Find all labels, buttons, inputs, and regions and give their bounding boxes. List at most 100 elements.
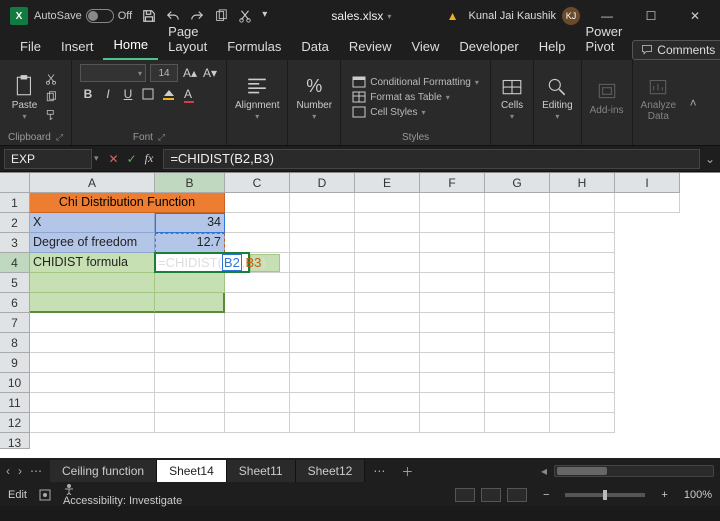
- macro-record-icon[interactable]: [39, 489, 51, 501]
- row-head[interactable]: 4: [0, 253, 30, 273]
- cell[interactable]: [485, 233, 550, 253]
- cell[interactable]: [485, 213, 550, 233]
- cell[interactable]: [550, 193, 615, 213]
- font-name-select[interactable]: ▾: [80, 64, 146, 82]
- tab-view[interactable]: View: [401, 33, 449, 60]
- cell[interactable]: [355, 413, 420, 433]
- cell[interactable]: [420, 253, 485, 273]
- cell[interactable]: [550, 273, 615, 293]
- cell[interactable]: [225, 333, 290, 353]
- format-as-table-button[interactable]: Format as Table▾: [352, 91, 479, 103]
- cell[interactable]: [225, 273, 290, 293]
- cell[interactable]: [550, 293, 615, 313]
- cell[interactable]: [550, 373, 615, 393]
- cell[interactable]: [550, 233, 615, 253]
- row-head[interactable]: 9: [0, 353, 30, 373]
- cell[interactable]: [420, 233, 485, 253]
- fill-color-button[interactable]: [160, 86, 176, 102]
- cell[interactable]: [485, 293, 550, 313]
- cell[interactable]: [485, 313, 550, 333]
- scroll-left-icon[interactable]: ◂: [541, 464, 547, 478]
- col-head-h[interactable]: H: [550, 173, 615, 193]
- cell[interactable]: [155, 413, 225, 433]
- cell[interactable]: [485, 193, 550, 213]
- cell[interactable]: [30, 273, 155, 293]
- cell[interactable]: [485, 373, 550, 393]
- cell[interactable]: [30, 373, 155, 393]
- cell[interactable]: [355, 373, 420, 393]
- cell[interactable]: [420, 393, 485, 413]
- increase-font-icon[interactable]: A▴: [182, 65, 198, 81]
- new-sheet-button[interactable]: ＋: [393, 463, 421, 480]
- cell[interactable]: [485, 333, 550, 353]
- cell[interactable]: [30, 293, 155, 313]
- cell[interactable]: [290, 313, 355, 333]
- col-head-d[interactable]: D: [290, 173, 355, 193]
- cell[interactable]: [30, 313, 155, 333]
- cell[interactable]: [30, 353, 155, 373]
- select-all-corner[interactable]: [0, 173, 30, 193]
- editing-button[interactable]: Editing▾: [542, 73, 573, 121]
- cell[interactable]: [485, 393, 550, 413]
- tab-insert[interactable]: Insert: [51, 33, 104, 60]
- cell[interactable]: [225, 293, 290, 313]
- cell[interactable]: [420, 413, 485, 433]
- view-page-break-icon[interactable]: [507, 488, 527, 502]
- cell[interactable]: [225, 413, 290, 433]
- row-head[interactable]: 7: [0, 313, 30, 333]
- row-head[interactable]: 8: [0, 333, 30, 353]
- fx-icon[interactable]: fx: [145, 151, 154, 166]
- cell[interactable]: [550, 413, 615, 433]
- cell[interactable]: [355, 193, 420, 213]
- cell[interactable]: [485, 273, 550, 293]
- cell[interactable]: [155, 353, 225, 373]
- cut-button[interactable]: [42, 72, 60, 86]
- cell[interactable]: [225, 193, 290, 213]
- col-head-e[interactable]: E: [355, 173, 420, 193]
- cell[interactable]: [420, 213, 485, 233]
- cell[interactable]: [420, 333, 485, 353]
- row-head[interactable]: 10: [0, 373, 30, 393]
- formula-input[interactable]: =CHIDIST(B2,B3): [163, 149, 700, 169]
- addins-button[interactable]: Add-ins: [590, 78, 624, 116]
- cancel-formula-icon[interactable]: ✕: [109, 152, 119, 166]
- cell[interactable]: [290, 213, 355, 233]
- cell[interactable]: [420, 353, 485, 373]
- bold-button[interactable]: B: [80, 86, 96, 102]
- cell[interactable]: [550, 253, 615, 273]
- cell[interactable]: [290, 273, 355, 293]
- decrease-font-icon[interactable]: A▾: [202, 65, 218, 81]
- cell[interactable]: [290, 333, 355, 353]
- cell[interactable]: [550, 313, 615, 333]
- underline-button[interactable]: U: [120, 86, 136, 102]
- cell[interactable]: [290, 233, 355, 253]
- cell[interactable]: [485, 353, 550, 373]
- zoom-level[interactable]: 100%: [684, 489, 712, 501]
- cell[interactable]: [615, 193, 680, 213]
- cell[interactable]: [355, 353, 420, 373]
- horizontal-scrollbar[interactable]: ◂▸: [554, 465, 714, 477]
- view-page-layout-icon[interactable]: [481, 488, 501, 502]
- tab-data[interactable]: Data: [291, 33, 338, 60]
- cell[interactable]: [290, 413, 355, 433]
- row-head[interactable]: 11: [0, 393, 30, 413]
- analyze-data-button[interactable]: AnalyzeData: [641, 73, 677, 122]
- autosave-toggle[interactable]: AutoSave Off: [34, 9, 132, 23]
- sheet-list-icon[interactable]: ⋯: [30, 464, 42, 478]
- font-color-button[interactable]: A: [180, 86, 196, 102]
- column-headers[interactable]: A B C D E F G H I: [30, 173, 720, 193]
- save-icon[interactable]: [142, 9, 156, 23]
- zoom-out-button[interactable]: −: [539, 489, 553, 501]
- number-button[interactable]: % Number ▾: [296, 73, 332, 121]
- tab-developer[interactable]: Developer: [449, 33, 528, 60]
- tab-power-pivot[interactable]: Power Pivot: [575, 18, 632, 60]
- tab-home[interactable]: Home: [103, 31, 158, 60]
- title-dropdown-icon[interactable]: ▾: [387, 12, 391, 21]
- cells-button[interactable]: Cells▾: [499, 73, 525, 121]
- qat-more-icon[interactable]: ▾: [262, 9, 276, 23]
- copy-button[interactable]: [42, 90, 60, 104]
- col-head-i[interactable]: I: [615, 173, 680, 193]
- cell[interactable]: [225, 353, 290, 373]
- row-head[interactable]: 6: [0, 293, 30, 313]
- cell[interactable]: [550, 393, 615, 413]
